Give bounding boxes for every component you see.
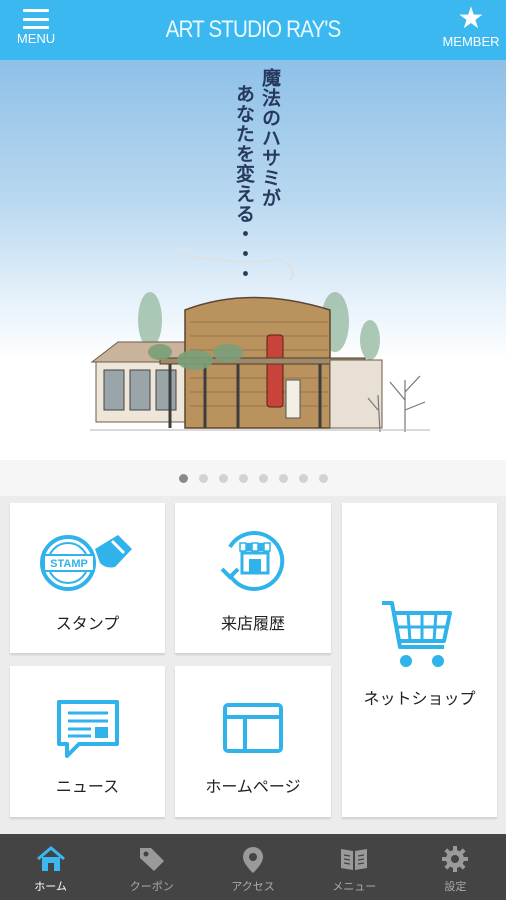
net-shop-tile[interactable]: ネットショップ — [342, 503, 497, 817]
map-pin-icon — [243, 847, 263, 873]
visit-history-label: 来店履歴 — [220, 614, 285, 633]
stamp-label: スタンプ — [55, 614, 120, 633]
carousel-pagination — [0, 460, 506, 496]
star-icon: ★ — [457, 1, 485, 36]
nav-access[interactable]: アクセス — [202, 834, 303, 900]
shop-history-icon — [220, 531, 285, 591]
visit-history-tile[interactable]: 来店履歴 — [175, 503, 331, 653]
net-shop-label: ネットショップ — [363, 689, 476, 708]
stamp-icon: STAMP — [40, 535, 132, 591]
cart-icon — [382, 601, 452, 667]
carousel-dot[interactable] — [318, 473, 328, 483]
book-icon — [341, 849, 368, 870]
carousel-dot[interactable] — [278, 473, 288, 483]
news-icon — [57, 700, 119, 758]
hero-tagline-line2: あなたを変える・・・ — [233, 84, 255, 284]
nav-menu-label: メニュー — [332, 880, 377, 893]
svg-text:STAMP: STAMP — [50, 558, 88, 570]
homepage-tile[interactable]: ホームページ — [175, 666, 331, 817]
carousel-dot[interactable] — [258, 473, 268, 483]
carousel-dot[interactable] — [238, 473, 248, 483]
hero-tagline-line1: 魔法のハサミが — [259, 68, 281, 208]
nav-access-label: アクセス — [231, 880, 275, 893]
browser-window-icon — [223, 703, 283, 753]
gear-icon — [442, 846, 469, 872]
nav-settings-label: 設定 — [444, 880, 467, 893]
news-tile[interactable]: ニュース — [10, 666, 165, 817]
carousel-dot[interactable] — [218, 473, 228, 483]
carousel-dot[interactable] — [298, 473, 308, 483]
app-header: MENU ART STUDIO RAY'S ★ MEMBER — [0, 0, 506, 60]
home-icon — [36, 846, 65, 871]
nav-settings[interactable]: 設定 — [405, 834, 506, 900]
news-label: ニュース — [55, 777, 120, 796]
hero-banner[interactable]: 魔法のハサミが あなたを変える・・・ — [0, 60, 506, 460]
tag-icon — [139, 848, 164, 871]
nav-home-label: ホーム — [34, 880, 67, 893]
member-button[interactable]: ★ MEMBER — [436, 1, 506, 50]
carousel-dot[interactable] — [198, 473, 208, 483]
nav-coupon[interactable]: クーポン — [101, 834, 202, 900]
nav-home[interactable]: ホーム — [0, 834, 101, 900]
member-label: MEMBER — [442, 34, 500, 49]
homepage-label: ホームページ — [205, 777, 301, 796]
carousel-dot[interactable] — [178, 473, 188, 483]
app-title: ART STUDIO RAY'S — [165, 16, 342, 43]
nav-menu[interactable]: メニュー — [304, 834, 405, 900]
bottom-navigation: ホーム クーポン アクセス メニュー 設定 — [0, 834, 506, 900]
stamp-tile[interactable]: STAMP スタンプ — [10, 503, 165, 653]
nav-coupon-label: クーポン — [129, 880, 174, 893]
